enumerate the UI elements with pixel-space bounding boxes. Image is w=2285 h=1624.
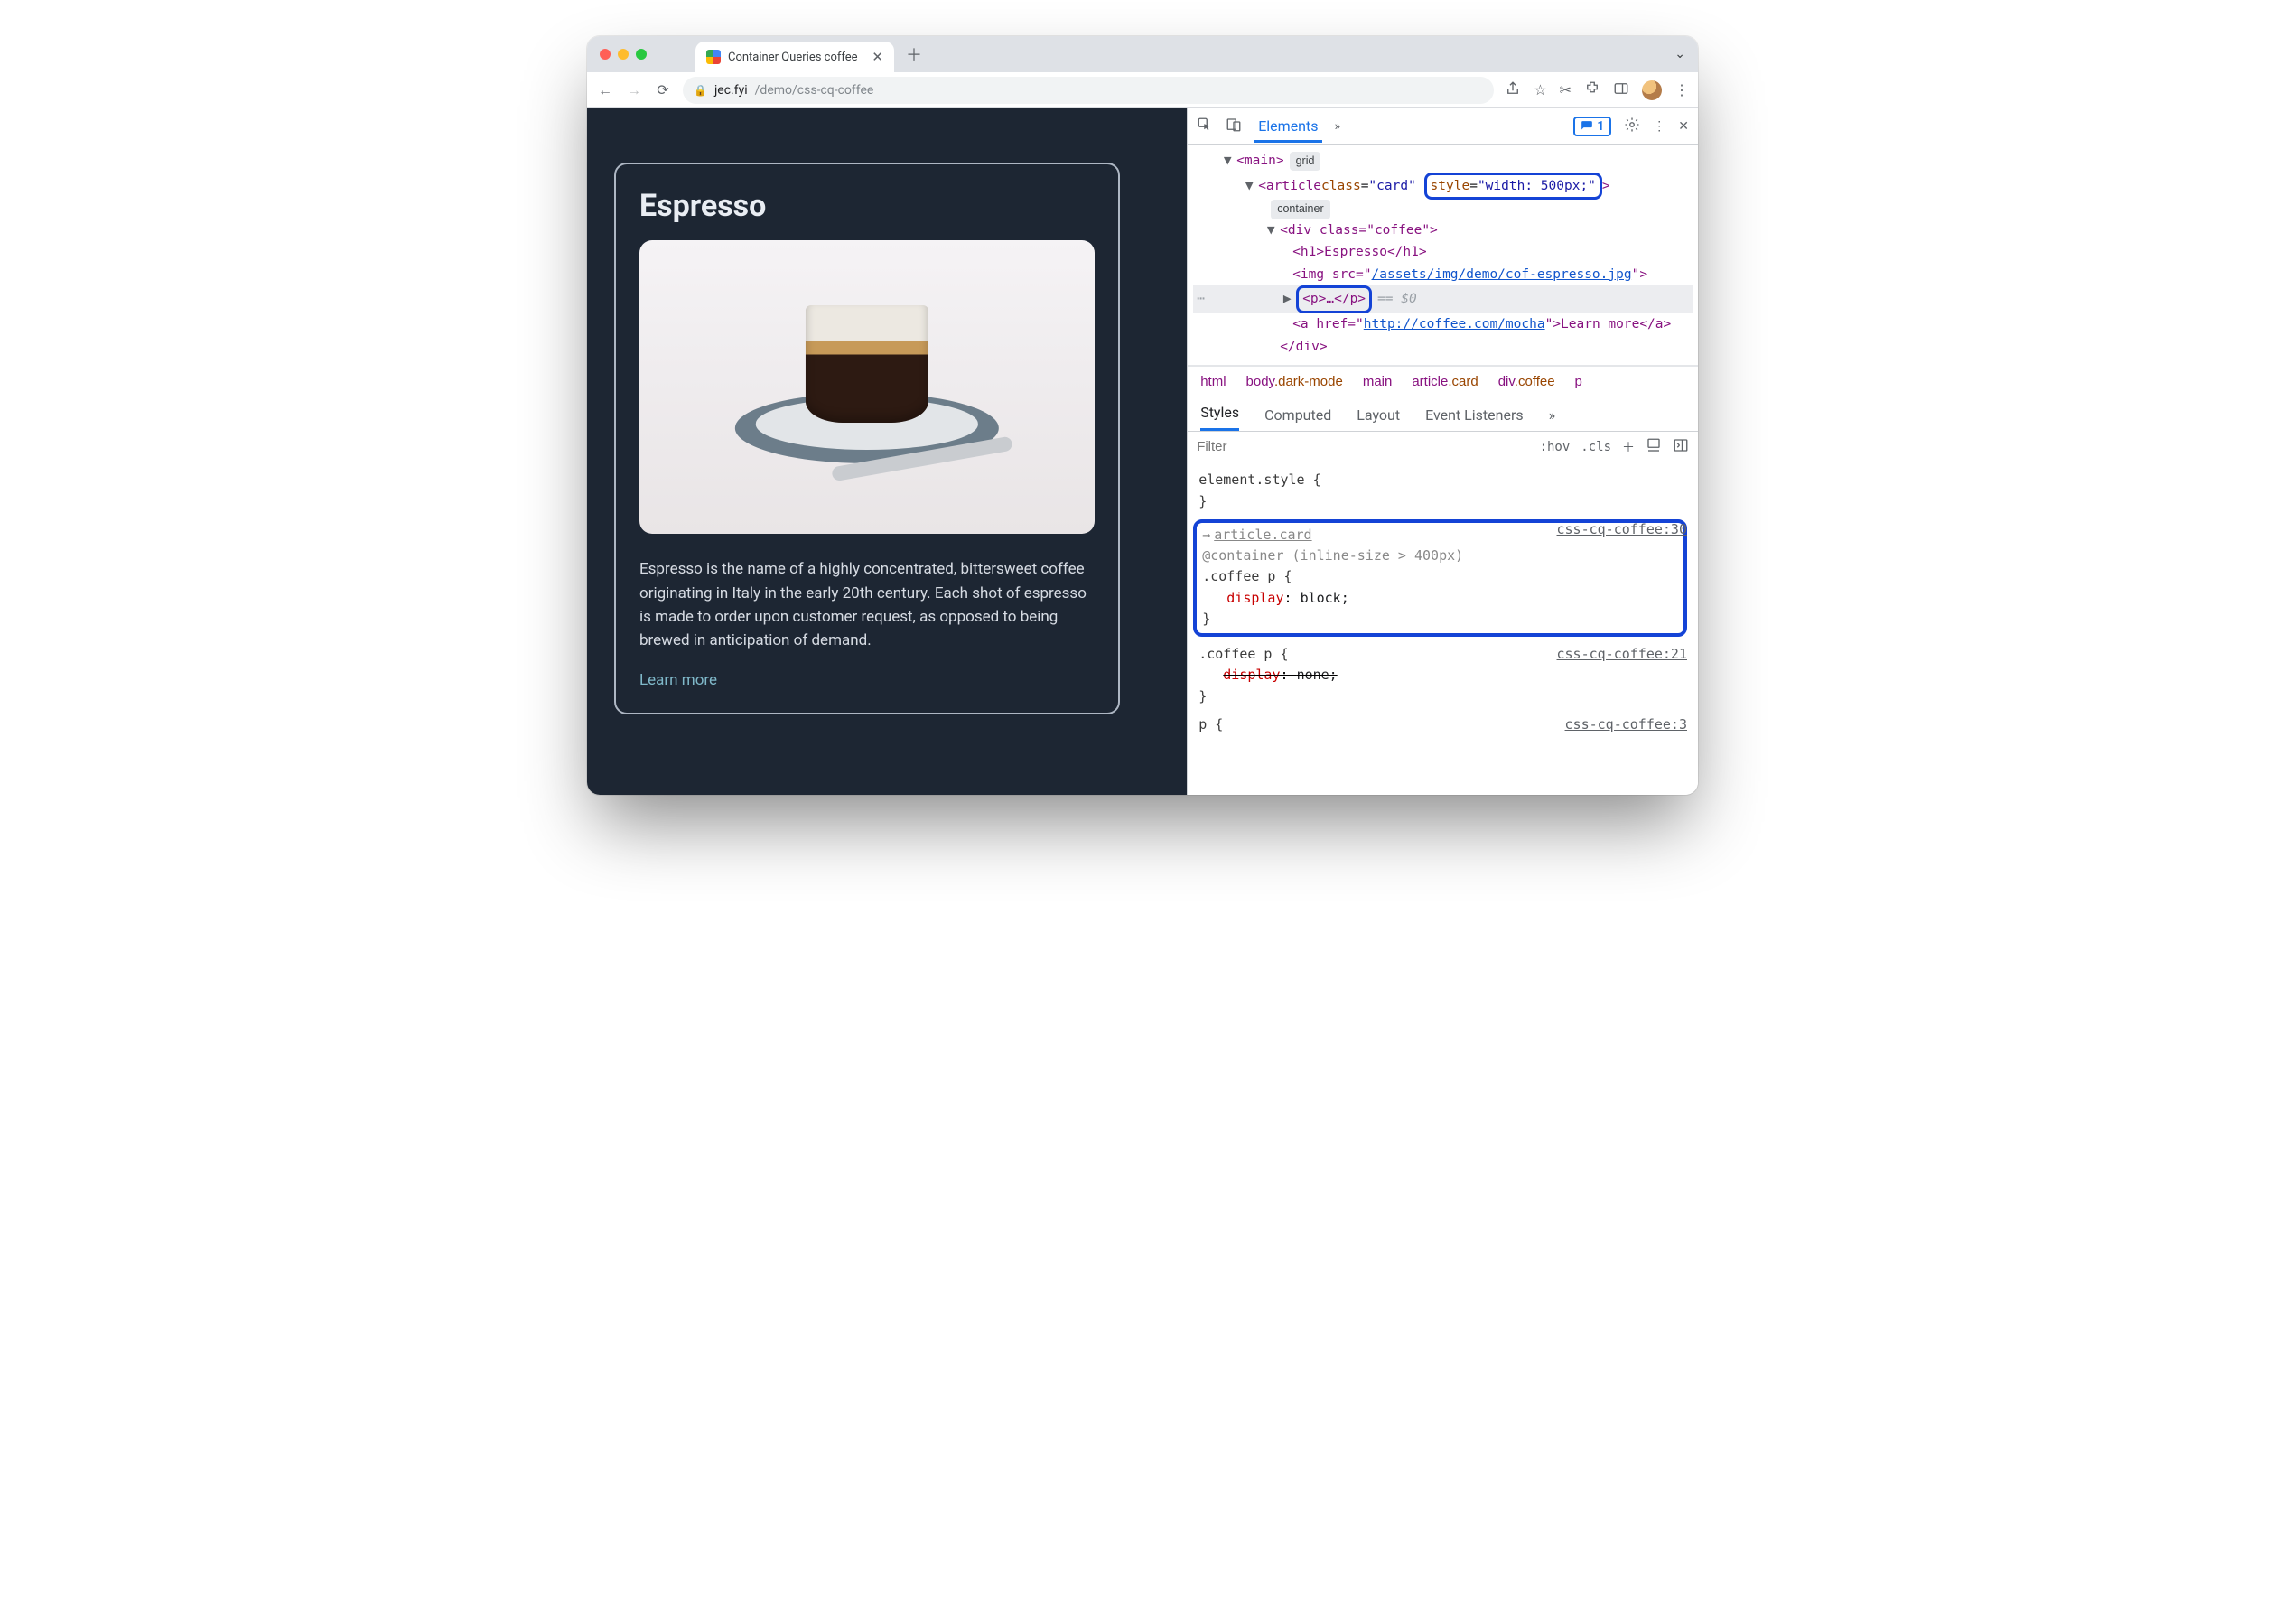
profile-avatar[interactable] <box>1642 80 1662 100</box>
container-badge[interactable]: container <box>1271 200 1329 219</box>
new-rule-icon[interactable]: ＋ <box>1622 438 1635 456</box>
crumb-p[interactable]: p <box>1575 374 1582 389</box>
tab-styles[interactable]: Styles <box>1200 397 1239 431</box>
computed-toggle-icon[interactable] <box>1646 437 1662 457</box>
scissors-icon[interactable]: ✂︎ <box>1560 81 1572 98</box>
devtools-close-icon[interactable]: ✕ <box>1678 119 1689 134</box>
kebab-menu-icon[interactable]: ⋮ <box>1674 81 1689 98</box>
coffee-card: Espresso Espresso is the name of a highl… <box>614 163 1120 714</box>
dom-selected-node[interactable]: ⋯ ▶<p>…</p>== $0 <box>1193 285 1693 313</box>
issues-count: 1 <box>1597 119 1604 134</box>
dom-breadcrumbs[interactable]: html body.dark-mode main article.card di… <box>1188 366 1698 397</box>
crumb-body[interactable]: body.dark-mode <box>1246 374 1343 389</box>
coffee-image <box>639 240 1095 534</box>
titlebar: Container Queries coffee ✕ ＋ ⌄ <box>587 36 1698 72</box>
learn-more-link[interactable]: Learn more <box>639 671 717 689</box>
p-node-highlight: <p>…</p> <box>1296 285 1372 313</box>
source-link[interactable]: css-cq-coffee:3 <box>1565 714 1687 735</box>
favicon-icon <box>706 50 721 64</box>
styles-rules[interactable]: element.style { } css-cq-coffee:30 →arti… <box>1188 462 1698 795</box>
tab-layout[interactable]: Layout <box>1357 399 1400 431</box>
dom-tree[interactable]: ▼<main>grid ▼<article class="card" style… <box>1188 145 1698 366</box>
toolbar: ← → ⟳ 🔒 jec.fyi/demo/css-cq-coffee ☆ ✂︎ … <box>587 72 1698 108</box>
tab-overflow-icon[interactable]: ⌄ <box>1674 47 1685 61</box>
device-toggle-icon[interactable] <box>1226 117 1242 136</box>
style-attr-highlight: style="width: 500px;" <box>1424 173 1602 201</box>
toolbar-actions: ☆ ✂︎ ⋮ <box>1505 80 1689 100</box>
crumb-main[interactable]: main <box>1363 374 1393 389</box>
styles-filter-input[interactable] <box>1197 439 1528 454</box>
address-bar[interactable]: 🔒 jec.fyi/demo/css-cq-coffee <box>683 77 1494 104</box>
url-host: jec.fyi <box>714 83 748 98</box>
crumb-div[interactable]: div.coffee <box>1498 374 1555 389</box>
styles-tabs-overflow-icon[interactable]: » <box>1549 399 1556 431</box>
devtools-panel: Elements » 1 ⋮ ✕ ▼<main>grid ▼<article c… <box>1187 108 1698 795</box>
cls-toggle[interactable]: .cls <box>1581 440 1611 454</box>
reload-button[interactable]: ⟳ <box>654 81 672 98</box>
close-window-button[interactable] <box>600 49 611 60</box>
maximize-window-button[interactable] <box>636 49 647 60</box>
back-button[interactable]: ← <box>596 81 614 99</box>
tab-title: Container Queries coffee <box>728 51 858 64</box>
crumb-article[interactable]: article.card <box>1412 374 1478 389</box>
hov-toggle[interactable]: :hov <box>1540 440 1571 454</box>
rule-p[interactable]: css-cq-coffee:3 p { <box>1198 713 1687 741</box>
content-area: Espresso Espresso is the name of a highl… <box>587 108 1698 795</box>
devtools-toolbar: Elements » 1 ⋮ ✕ <box>1188 108 1698 145</box>
panel-icon[interactable] <box>1613 80 1629 100</box>
page-title: Espresso <box>639 188 1095 224</box>
tab-elements[interactable]: Elements <box>1254 110 1321 143</box>
new-tab-button[interactable]: ＋ <box>901 42 927 67</box>
minimize-window-button[interactable] <box>618 49 629 60</box>
rendered-page: Espresso Espresso is the name of a highl… <box>587 108 1187 795</box>
source-link[interactable]: css-cq-coffee:21 <box>1557 644 1688 665</box>
url-path: /demo/css-cq-coffee <box>755 83 874 98</box>
settings-icon[interactable] <box>1624 117 1640 136</box>
browser-tab[interactable]: Container Queries coffee ✕ <box>695 42 894 72</box>
styles-tabbar: Styles Computed Layout Event Listeners » <box>1188 397 1698 432</box>
browser-window: Container Queries coffee ✕ ＋ ⌄ ← → ⟳ 🔒 j… <box>587 36 1698 795</box>
rule-coffee-p[interactable]: css-cq-coffee:21 .coffee p { display: no… <box>1198 642 1687 713</box>
styles-filterbar: :hov .cls ＋ <box>1188 432 1698 462</box>
rule-element-style[interactable]: element.style { } <box>1198 468 1687 518</box>
bookmark-icon[interactable]: ☆ <box>1534 81 1546 98</box>
tabs-overflow-icon[interactable]: » <box>1335 119 1341 134</box>
rule-container-query[interactable]: css-cq-coffee:30 →article.card @containe… <box>1198 518 1687 642</box>
node-actions-icon[interactable]: ⋯ <box>1197 288 1205 311</box>
close-tab-icon[interactable]: ✕ <box>872 49 883 65</box>
coffee-description: Espresso is the name of a highly concent… <box>639 557 1095 652</box>
inspect-icon[interactable] <box>1197 117 1213 136</box>
sidebar-toggle-icon[interactable] <box>1673 437 1689 457</box>
tab-event-listeners[interactable]: Event Listeners <box>1425 399 1524 431</box>
tab-computed[interactable]: Computed <box>1264 399 1331 431</box>
grid-badge[interactable]: grid <box>1290 152 1321 171</box>
window-controls <box>587 49 659 60</box>
forward-button[interactable]: → <box>625 81 643 99</box>
source-link[interactable]: css-cq-coffee:30 <box>1557 519 1688 540</box>
devtools-kebab-icon[interactable]: ⋮ <box>1653 119 1665 134</box>
lock-icon: 🔒 <box>694 84 707 97</box>
share-icon[interactable] <box>1505 80 1521 100</box>
issues-badge[interactable]: 1 <box>1573 117 1611 136</box>
extensions-icon[interactable] <box>1584 80 1600 100</box>
crumb-html[interactable]: html <box>1200 374 1226 389</box>
